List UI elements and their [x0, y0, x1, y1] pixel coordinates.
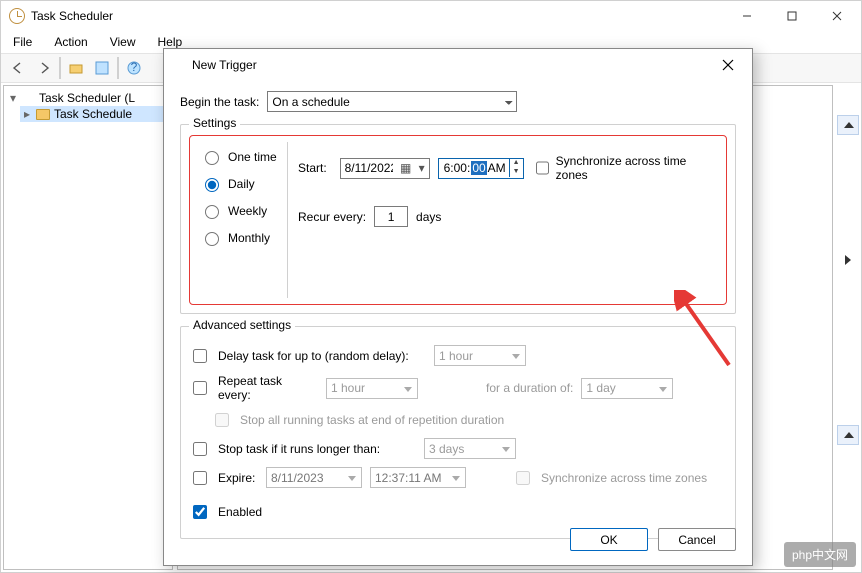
actions-header[interactable]	[837, 115, 859, 135]
begin-task-select[interactable]: On a schedule	[267, 91, 517, 112]
tree-pane: ▾ Task Scheduler (L ▸ Task Schedule	[3, 85, 173, 570]
settings-legend: Settings	[189, 116, 240, 130]
freq-weekly[interactable]: Weekly	[200, 202, 283, 219]
stop-longer-checkbox[interactable]	[193, 442, 207, 456]
chevron-up-icon	[844, 122, 854, 128]
begin-task-label: Begin the task:	[180, 95, 259, 109]
menu-action[interactable]: Action	[50, 33, 91, 51]
dialog-close-button[interactable]	[714, 51, 742, 79]
tree-root-label: Task Scheduler (L	[39, 91, 135, 105]
minimize-button[interactable]	[724, 2, 769, 30]
tree-root[interactable]: ▾ Task Scheduler (L	[6, 90, 170, 106]
freq-daily[interactable]: Daily	[200, 175, 283, 192]
cancel-button[interactable]: Cancel	[658, 528, 736, 551]
advanced-settings-group: Advanced settings Delay task for up to (…	[180, 326, 736, 539]
app-clock-icon	[9, 8, 25, 24]
chevron-right-icon[interactable]	[845, 255, 851, 265]
chevron-down-icon[interactable]: ▾	[415, 161, 429, 175]
time-seconds-selected[interactable]: 00	[471, 161, 486, 175]
tree-child-label: Task Schedule	[54, 107, 132, 121]
enabled-checkbox[interactable]	[193, 505, 207, 519]
help-icon[interactable]: ?	[123, 57, 145, 79]
expire-time-input: 12:37:11 AM	[370, 467, 466, 488]
delay-value-combo: 1 hour	[434, 345, 526, 366]
clock-icon	[174, 58, 188, 72]
chevron-up-icon	[844, 432, 854, 438]
nav-forward-button[interactable]	[33, 57, 55, 79]
delay-label: Delay task for up to (random delay):	[218, 349, 426, 363]
sync-timezones-checkbox[interactable]: Synchronize across time zones	[532, 154, 710, 182]
menu-view[interactable]: View	[106, 33, 140, 51]
stop-longer-label: Stop task if it runs longer than:	[218, 442, 416, 456]
time-ampm[interactable]: AM	[487, 161, 507, 175]
collapse-icon[interactable]: ▾	[8, 91, 18, 105]
settings-highlight: One time Daily Weekly Monthly Start: ▦ ▾	[189, 135, 727, 305]
expand-icon[interactable]: ▸	[22, 107, 32, 121]
titlebar: Task Scheduler	[1, 1, 861, 31]
watermark: php中文网	[784, 542, 856, 567]
dialog-title: New Trigger	[192, 58, 257, 72]
menu-file[interactable]: File	[9, 33, 36, 51]
actions-pane	[837, 85, 859, 570]
repeat-label: Repeat task every:	[218, 374, 318, 402]
time-hours[interactable]: 6:00:	[443, 161, 472, 175]
start-date-value[interactable]	[341, 159, 397, 178]
delay-checkbox[interactable]	[193, 349, 207, 363]
stop-after-rep-label: Stop all running tasks at end of repetit…	[240, 413, 504, 427]
nav-back-button[interactable]	[7, 57, 29, 79]
toolbar-separator	[59, 57, 61, 79]
time-spinner[interactable]: ▲▼	[509, 159, 523, 177]
maximize-button[interactable]	[769, 2, 814, 30]
tree-child[interactable]: ▸ Task Schedule	[20, 106, 170, 122]
enabled-label: Enabled	[218, 505, 262, 519]
expire-label: Expire:	[218, 471, 258, 485]
start-time-input[interactable]: 6:00:00 AM ▲▼	[438, 158, 524, 179]
close-window-button[interactable]	[814, 2, 859, 30]
ok-button[interactable]: OK	[570, 528, 648, 551]
clock-icon	[22, 92, 35, 105]
expire-sync-checkbox	[516, 471, 530, 485]
toolbar-separator	[117, 57, 119, 79]
expire-checkbox[interactable]	[193, 471, 207, 485]
calendar-icon[interactable]: ▦	[397, 161, 415, 175]
duration-value-combo: 1 day	[581, 378, 673, 399]
new-folder-icon[interactable]	[65, 57, 87, 79]
freq-one-time[interactable]: One time	[200, 148, 283, 165]
actions-header[interactable]	[837, 425, 859, 445]
frequency-column: One time Daily Weekly Monthly	[196, 142, 288, 298]
settings-group: Settings One time Daily Weekly Monthly S…	[180, 124, 736, 314]
freq-monthly[interactable]: Monthly	[200, 229, 283, 246]
start-date-input[interactable]: ▦ ▾	[340, 158, 430, 179]
expire-date-input: 8/11/2023	[266, 467, 362, 488]
stop-longer-combo: 3 days	[424, 438, 516, 459]
stop-after-rep-checkbox	[215, 413, 229, 427]
folder-icon	[36, 109, 50, 120]
recur-label: Recur every:	[298, 210, 366, 224]
start-label: Start:	[298, 161, 332, 175]
properties-icon[interactable]	[91, 57, 113, 79]
repeat-checkbox[interactable]	[193, 381, 207, 395]
svg-text:?: ?	[131, 61, 138, 74]
duration-label: for a duration of:	[486, 381, 573, 395]
recur-unit: days	[416, 210, 441, 224]
repeat-value-combo: 1 hour	[326, 378, 418, 399]
window-title: Task Scheduler	[31, 9, 113, 23]
dialog-titlebar: New Trigger	[164, 49, 752, 81]
advanced-legend: Advanced settings	[189, 318, 295, 332]
new-trigger-dialog: New Trigger Begin the task: On a schedul…	[163, 48, 753, 566]
expire-sync-label: Synchronize across time zones	[541, 471, 707, 485]
recur-value-input[interactable]	[374, 206, 408, 227]
